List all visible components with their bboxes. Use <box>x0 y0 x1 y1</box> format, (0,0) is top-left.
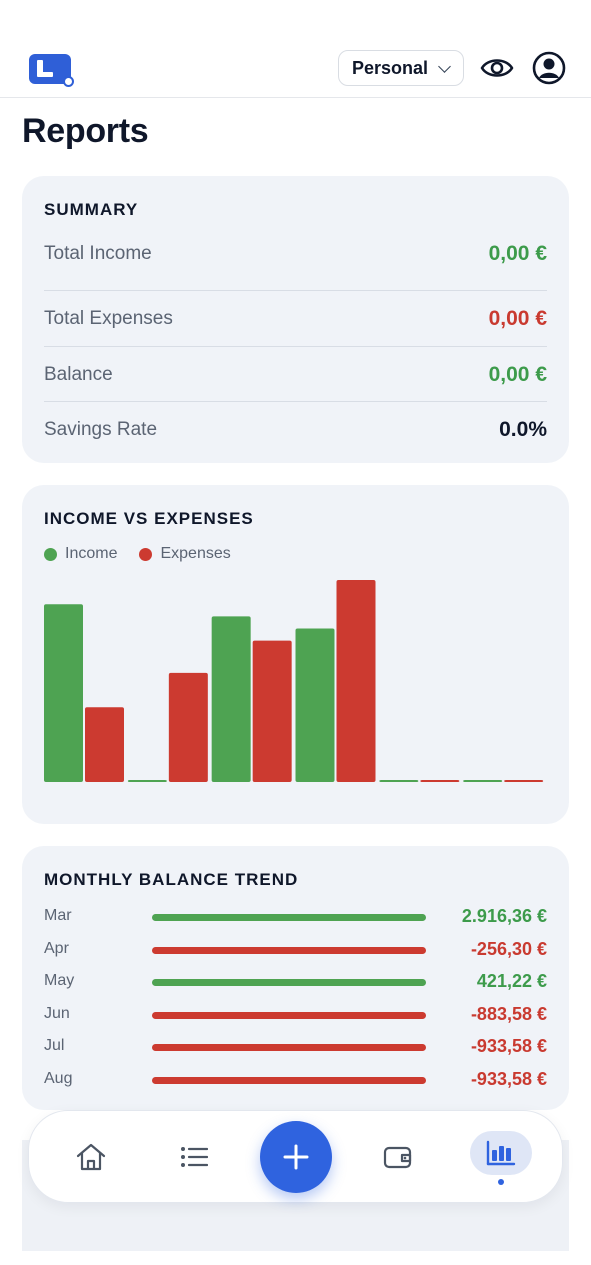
legend-item-income: Income <box>44 545 117 563</box>
summary-row-total-income: Total Income 0,00 € <box>44 226 547 282</box>
home-icon[interactable] <box>75 1142 107 1172</box>
trend-row: Aug -933,58 € <box>44 1067 547 1093</box>
chart-legend: Income Expenses <box>44 545 253 563</box>
account-select-value: Personal <box>352 57 429 78</box>
bar-income-mar <box>44 604 83 782</box>
bottom-nav <box>28 1110 563 1203</box>
income-vs-expenses-title: INCOME VS EXPENSES <box>44 509 254 528</box>
app-logo-icon[interactable] <box>29 54 74 87</box>
page-title: Reports <box>22 112 149 150</box>
summary-label: Balance <box>44 363 113 385</box>
chevron-down-icon <box>438 60 451 73</box>
bar-income-may <box>211 616 251 782</box>
summary-label: Total Income <box>44 243 152 264</box>
legend-item-expenses: Expenses <box>139 545 231 563</box>
summary-title: SUMMARY <box>44 200 139 219</box>
bar-income-apr <box>127 780 167 782</box>
summary-row-balance: Balance 0,00 € <box>44 346 547 402</box>
nav-active-dot <box>498 1179 504 1185</box>
app-header: Personal <box>0 40 591 98</box>
income-vs-expenses-card: INCOME VS EXPENSES Income Expenses <box>22 485 569 824</box>
summary-label: Savings Rate <box>44 418 158 440</box>
income-expenses-chart <box>44 580 544 782</box>
bar-expenses-may <box>252 640 292 782</box>
trend-value: 421,22 € <box>476 971 547 992</box>
summary-row-total-expenses: Total Expenses 0,00 € <box>44 290 547 346</box>
summary-label: Total Expenses <box>44 307 173 329</box>
bar-expenses-apr <box>168 672 208 782</box>
monthly-balance-trend-title: MONTHLY BALANCE TREND <box>44 870 299 889</box>
legend-swatch-expenses <box>139 547 153 561</box>
trend-row: Mar 2.916,36 € <box>44 904 547 930</box>
trend-month: Aug <box>44 1070 73 1087</box>
bar-expenses-jun <box>336 580 376 782</box>
monthly-balance-trend-card: MONTHLY BALANCE TREND Mar 2.916,36 € Apr -2… <box>22 846 569 1110</box>
list-icon[interactable] <box>180 1146 208 1168</box>
trend-row: Apr -256,30 € <box>44 937 547 963</box>
trend-bar <box>152 914 426 921</box>
trend-value: 2.916,36 € <box>461 906 547 926</box>
bar-income-jun <box>295 628 335 782</box>
trend-bar <box>152 1077 426 1084</box>
summary-value: 0,00 € <box>488 362 547 386</box>
trend-bar <box>152 946 426 954</box>
trend-value: -883,58 € <box>470 1003 547 1024</box>
bar-expenses-mar <box>85 707 124 782</box>
summary-value: 0,00 € <box>488 306 547 330</box>
summary-row-savings-rate: Savings Rate 0.0% <box>44 401 547 457</box>
wallet-icon[interactable] <box>383 1144 413 1170</box>
trend-month: Mar <box>44 907 72 924</box>
bar-expenses-aug <box>504 780 544 782</box>
plus-icon <box>283 1144 309 1170</box>
legend-label-income: Income <box>65 545 118 562</box>
trend-month: Apr <box>44 939 69 957</box>
eye-icon[interactable] <box>480 54 514 82</box>
user-circle-icon[interactable] <box>532 51 566 85</box>
summary-card: SUMMARY Total Income 0,00 € Total Expens… <box>22 176 569 463</box>
bar-income-aug <box>463 780 503 782</box>
summary-value: 0,00 € <box>488 242 547 265</box>
trend-bar <box>152 979 426 987</box>
trend-bar <box>152 1044 426 1052</box>
trend-month: Jun <box>44 1004 70 1022</box>
account-select[interactable]: Personal <box>338 50 464 86</box>
trend-month: May <box>44 972 75 990</box>
trend-value: -256,30 € <box>470 938 547 959</box>
trend-value: -933,58 € <box>470 1036 547 1057</box>
bar-expenses-jul <box>420 780 460 782</box>
trend-row: Jul -933,58 € <box>44 1034 547 1060</box>
bar-income-jul <box>379 780 419 782</box>
bar-chart-icon[interactable] <box>486 1140 516 1166</box>
add-transaction-button[interactable] <box>260 1121 332 1193</box>
trend-row: May 421,22 € <box>44 969 547 995</box>
legend-label-expenses: Expenses <box>160 545 231 562</box>
trend-bar <box>152 1011 426 1019</box>
trend-month: Jul <box>44 1037 65 1055</box>
trend-row: Jun -883,58 € <box>44 1002 547 1028</box>
summary-value: 0.0% <box>499 417 547 441</box>
trend-value: -933,58 € <box>470 1069 547 1089</box>
legend-swatch-income <box>44 547 57 561</box>
